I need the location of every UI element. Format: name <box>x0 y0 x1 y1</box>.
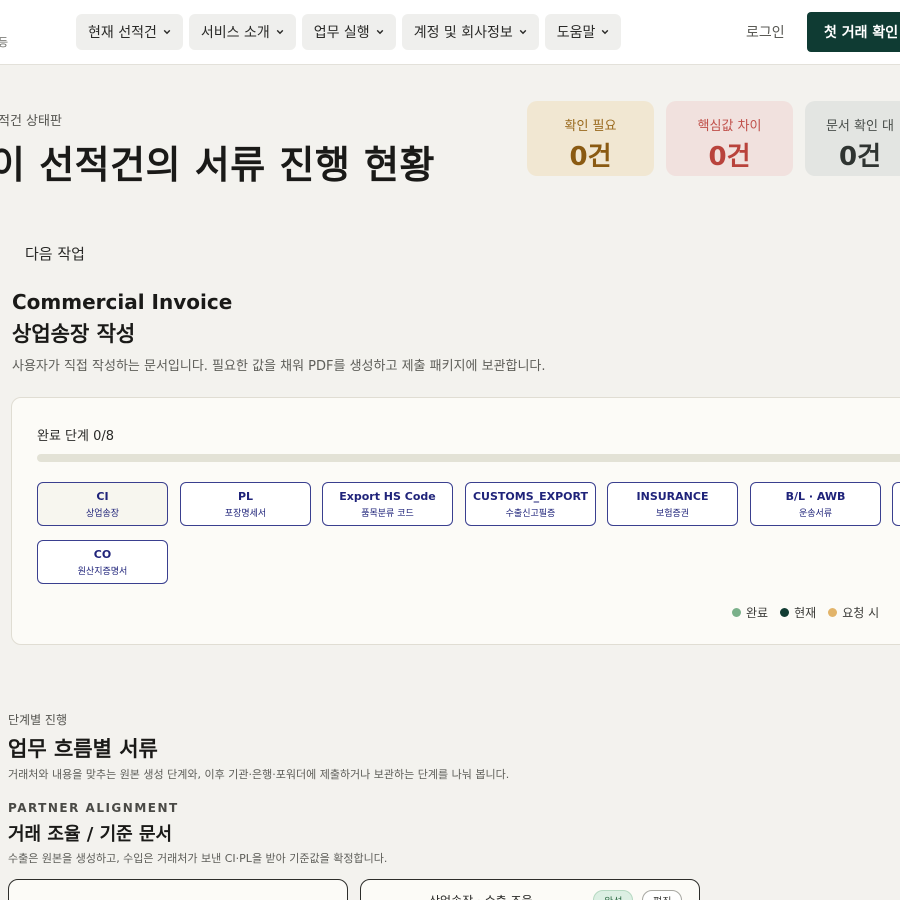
progress-label: 완료 단계 0/8 <box>37 429 115 444</box>
legend-label: 완료 <box>746 606 769 620</box>
step-customs-export[interactable]: CUSTOMS_EXPORT 수출신고필증 <box>465 482 596 526</box>
chevron-down-icon <box>276 29 284 35</box>
group-description: 수출은 원본을 생성하고, 수입은 거래처가 보낸 CI·PL을 받아 기준값을… <box>8 852 388 865</box>
legend-dot-icon <box>780 608 790 617</box>
step-name: 보험증권 <box>655 509 690 519</box>
step-code: Export HS Code <box>339 490 436 503</box>
step-name: 원산지증명서 <box>77 567 128 577</box>
step-code: PL <box>237 490 254 503</box>
legend-current: 현재 <box>780 604 816 621</box>
step-code: CO <box>93 548 112 561</box>
login-link[interactable]: 로그인 <box>746 22 785 42</box>
stat-value: 0건 <box>708 142 751 172</box>
stat-value: 0건 <box>569 142 612 172</box>
step-co[interactable]: CO 원산지증명서 <box>37 540 168 584</box>
stat-key-value-diff[interactable]: 핵심값 차이 0건 <box>666 101 793 176</box>
step-name: 수출신고필증 <box>505 509 556 519</box>
top-navigation-bar: 등 현재 선적건 서비스 소개 업무 실행 계정 및 회사정보 도움말 로그인 … <box>0 0 900 65</box>
step-next-partial[interactable] <box>892 482 900 526</box>
nav-label: 서비스 소개 <box>200 25 270 41</box>
document-card-title: 상업송장 · 수출 조율 <box>429 892 533 900</box>
stages-title: 업무 흐름별 서류 <box>8 737 158 761</box>
chevron-down-icon <box>163 29 171 35</box>
nav-label: 현재 선적건 <box>88 25 157 41</box>
stat-label: 핵심값 차이 <box>697 119 762 134</box>
step-ci[interactable]: CI 상업송장 <box>37 482 168 526</box>
next-task-label: 다음 작업 <box>25 245 85 263</box>
step-code: B/L · AWB <box>785 490 846 503</box>
stages-description: 거래처와 내용을 맞추는 원본 생성 단계와, 이후 기관·은행·포워더에 제출… <box>8 768 510 781</box>
stat-needs-review[interactable]: 확인 필요 0건 <box>527 101 654 176</box>
stat-label: 문서 확인 대 <box>825 119 895 134</box>
step-name: 포장명세서 <box>224 509 267 519</box>
legend-complete: 완료 <box>732 604 768 621</box>
nav-current-shipment[interactable]: 현재 선적건 <box>76 14 183 50</box>
next-task-description: 사용자가 직접 작성하는 문서입니다. 필요한 값을 채워 PDF를 생성하고 … <box>12 359 546 374</box>
step-name: 상업송장 <box>85 509 120 519</box>
legend-dot-icon <box>732 608 741 617</box>
nav-account-company[interactable]: 계정 및 회사정보 <box>401 14 539 50</box>
step-name: 품목분류 코드 <box>361 509 414 519</box>
step-insurance[interactable]: INSURANCE 보험증권 <box>607 482 738 526</box>
step-code: CI <box>96 490 109 503</box>
first-trade-check-button[interactable]: 첫 거래 확인 <box>807 12 900 52</box>
legend-on-request: 요청 시 <box>828 604 879 621</box>
legend-dot-icon <box>828 608 838 617</box>
progress-card: 완료 단계 0/8 CI 상업송장 PL 포장명세서 Export HS Cod… <box>11 397 900 645</box>
step-bl-awb[interactable]: B/L · AWB 운송서류 <box>750 482 881 526</box>
status-badge-complete: 완성 <box>593 890 634 900</box>
logo-text-fragment: 등 <box>0 36 9 49</box>
step-name: 운송서류 <box>798 509 833 519</box>
nav-label: 계정 및 회사정보 <box>413 25 513 41</box>
main-nav: 현재 선적건 서비스 소개 업무 실행 계정 및 회사정보 도움말 <box>76 14 622 50</box>
legend-label: 요청 시 <box>842 606 880 620</box>
nav-work-execution[interactable]: 업무 실행 <box>301 14 396 50</box>
chevron-down-icon <box>519 29 527 35</box>
nav-help[interactable]: 도움말 <box>544 14 622 50</box>
nav-label: 도움말 <box>556 25 596 41</box>
document-card[interactable]: 상업송장 · 수출 조율 완성 편집 <box>360 879 700 900</box>
step-pl[interactable]: PL 포장명세서 <box>180 482 311 526</box>
chevron-down-icon <box>602 29 609 35</box>
document-card[interactable] <box>8 879 348 900</box>
next-task-title-ko: 상업송장 작성 <box>12 322 136 346</box>
step-export-hs-code[interactable]: Export HS Code 품목분류 코드 <box>322 482 453 526</box>
stat-value: 0건 <box>838 142 881 172</box>
group-eyebrow: PARTNER ALIGNMENT <box>8 801 179 815</box>
legend-label: 현재 <box>794 606 817 620</box>
edit-button[interactable]: 편집 <box>642 890 683 900</box>
group-title: 거래 조율 / 기준 문서 <box>8 824 173 845</box>
chevron-down-icon <box>376 29 384 35</box>
page-title: 이 선적건의 서류 진행 현황 <box>0 143 435 187</box>
stat-label: 확인 필요 <box>564 119 617 134</box>
stages-eyebrow: 단계별 진행 <box>8 713 68 727</box>
stat-doc-review[interactable]: 문서 확인 대 0건 <box>805 101 900 176</box>
step-code: CUSTOMS_EXPORT <box>472 490 589 503</box>
step-code: INSURANCE <box>636 490 709 503</box>
dashboard-eyebrow: 적건 상태판 <box>0 114 62 129</box>
progress-legend: 완료 현재 요청 시 <box>732 604 879 621</box>
next-task-title-en: Commercial Invoice <box>12 290 233 314</box>
nav-service-intro[interactable]: 서비스 소개 <box>188 14 296 50</box>
progress-bar <box>37 454 900 462</box>
nav-label: 업무 실행 <box>313 25 370 41</box>
